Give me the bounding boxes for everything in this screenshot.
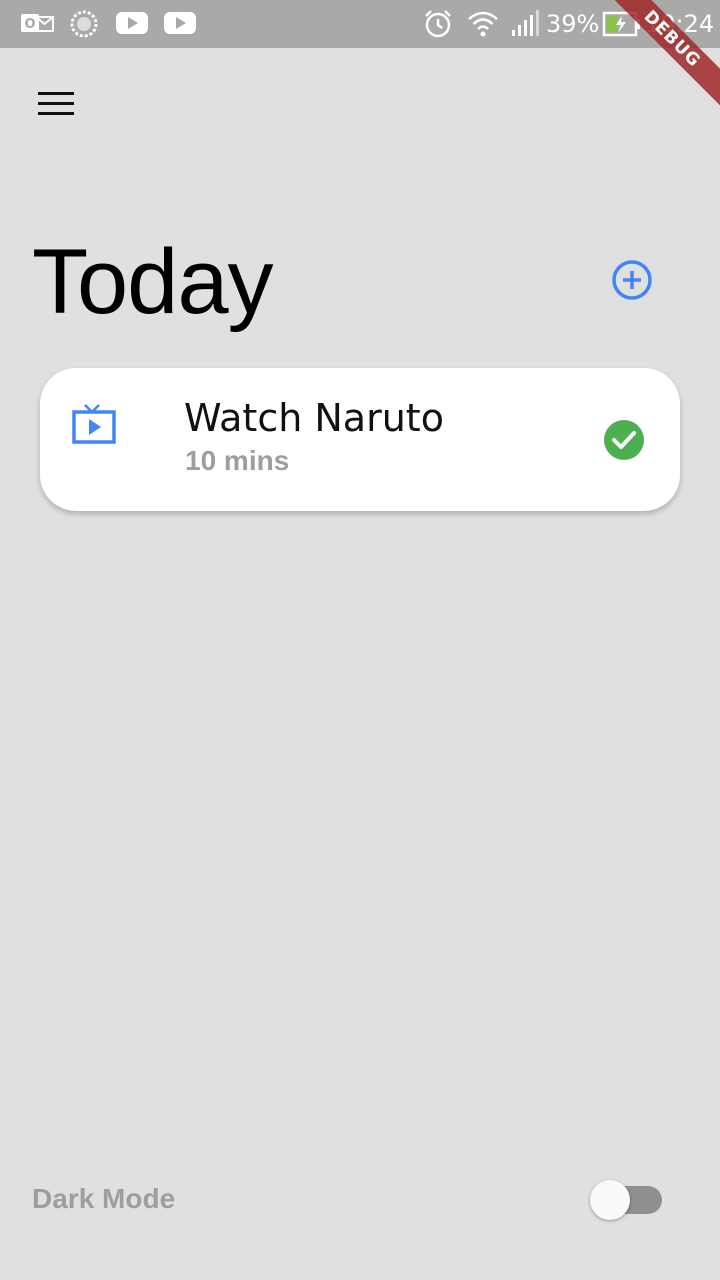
battery-charging-icon bbox=[602, 8, 642, 45]
dark-mode-label: Dark Mode bbox=[32, 1183, 176, 1214]
menu-button[interactable] bbox=[24, 80, 74, 128]
page-title: Today bbox=[32, 231, 273, 333]
status-bar: O 39% 19:24 bbox=[0, 0, 720, 48]
wifi-icon bbox=[466, 8, 500, 45]
battery-percent: 39% bbox=[546, 10, 600, 38]
dark-mode-toggle[interactable] bbox=[588, 1178, 664, 1222]
loading-icon bbox=[68, 8, 100, 45]
tv-icon bbox=[70, 402, 118, 450]
outlook-icon: O bbox=[20, 8, 54, 43]
task-card[interactable]: Watch Naruto 10 mins bbox=[40, 368, 680, 511]
clock-time: 19:24 bbox=[645, 10, 715, 38]
alarm-icon bbox=[422, 8, 454, 45]
toggle-thumb bbox=[590, 1180, 630, 1220]
signal-icon bbox=[510, 8, 540, 45]
add-task-button[interactable] bbox=[604, 252, 660, 308]
svg-text:O: O bbox=[24, 17, 35, 32]
add-circle-icon bbox=[612, 260, 652, 300]
check-circle-icon[interactable] bbox=[600, 416, 648, 464]
task-title: Watch Naruto bbox=[184, 396, 444, 440]
task-duration: 10 mins bbox=[185, 445, 290, 476]
youtube-icon bbox=[163, 8, 197, 43]
youtube-icon bbox=[115, 8, 149, 43]
